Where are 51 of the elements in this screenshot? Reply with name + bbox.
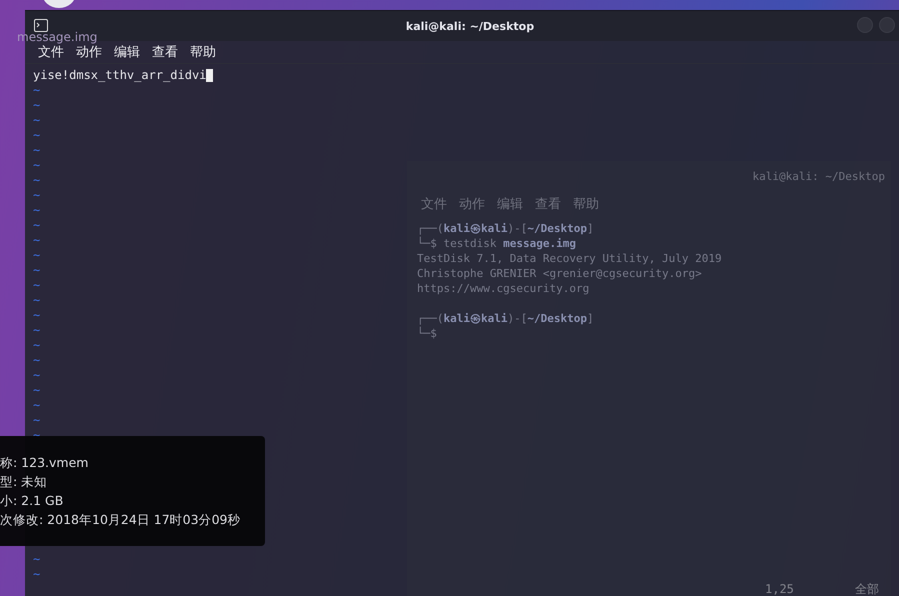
empty-line-marker: ~: [33, 218, 41, 233]
tooltip-line: 称: 123.vmem: [0, 454, 90, 472]
menu-item[interactable]: 动作: [76, 43, 102, 61]
empty-line-marker: ~: [33, 278, 41, 293]
empty-line-marker: ~: [33, 413, 41, 428]
empty-line-marker: ~: [33, 233, 41, 248]
terminal-output-line: ┌──(kali㉿kali)-[~/Desktop]: [417, 311, 595, 326]
menu-item[interactable]: 编辑: [114, 43, 140, 61]
empty-line-marker: ~: [33, 428, 41, 443]
menu-item[interactable]: 帮助: [190, 43, 216, 61]
empty-line-marker: ~: [33, 188, 41, 203]
empty-line-marker: ~: [33, 98, 41, 113]
empty-line-marker: ~: [33, 308, 41, 323]
empty-line-marker: ~: [33, 353, 41, 368]
terminal-icon: [34, 19, 48, 32]
empty-line-marker: ~: [33, 567, 41, 582]
terminal-output-line: Christophe GRENIER <grenier@cgsecurity.org>: [417, 266, 703, 281]
empty-line-marker: ~: [33, 323, 41, 338]
empty-line-marker: ~: [33, 398, 41, 413]
empty-line-marker: ~: [33, 293, 41, 308]
tooltip-line: 次修改: 2018年10月24日 17时03分09秒: [0, 511, 242, 529]
empty-line-marker: ~: [33, 113, 41, 128]
empty-line-marker: ~: [33, 368, 41, 383]
empty-line-marker: ~: [33, 263, 41, 278]
cursor-position: 1,25: [765, 582, 795, 596]
empty-line-marker: ~: [33, 143, 41, 158]
minimize-button[interactable]: [857, 17, 873, 33]
menu-item[interactable]: 文件: [38, 43, 64, 61]
window-title: kali@kali: ~/Desktop: [406, 20, 534, 32]
terminal-output-line: └─$: [417, 326, 438, 341]
tooltip-line: 型: 未知: [0, 473, 48, 491]
empty-line-marker: ~: [33, 173, 41, 188]
window-title: kali@kali: ~/Desktop: [752, 168, 885, 184]
terminal-output-line: https://www.cgsecurity.org: [417, 281, 590, 296]
maximize-button[interactable]: [879, 17, 895, 33]
terminal-output-line: └─$ testdisk message.img: [417, 236, 577, 251]
empty-line-marker: ~: [33, 248, 41, 263]
empty-line-marker: ~: [33, 83, 41, 98]
empty-line-marker: ~: [33, 158, 41, 173]
empty-line-marker: ~: [33, 383, 41, 398]
terminal-output-line: ┌──(kali㉿kali)-[~/Desktop]: [417, 221, 595, 236]
empty-line-marker: ~: [33, 203, 41, 218]
empty-line-marker: ~: [33, 128, 41, 143]
empty-line-marker: ~: [33, 552, 41, 567]
empty-line-marker: ~: [33, 338, 41, 353]
tooltip-line: 小: 2.1 GB: [0, 492, 64, 510]
editor-text-line: yise!dmsx_tthv_arr_didvi: [33, 68, 206, 83]
menu-item[interactable]: 查看: [152, 43, 178, 61]
terminal-output-line: TestDisk 7.1, Data Recovery Utility, July 2019: [417, 251, 723, 266]
scroll-position: 全部: [855, 582, 880, 596]
text-cursor: [206, 69, 214, 82]
